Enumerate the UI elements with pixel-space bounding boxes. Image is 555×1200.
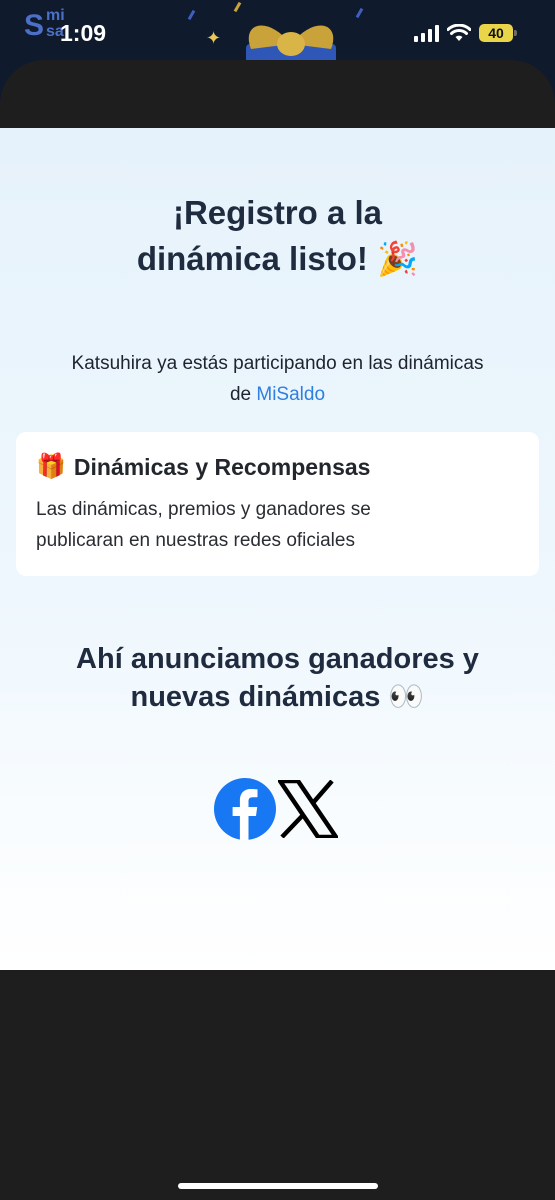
social-links xyxy=(214,778,344,840)
home-indicator[interactable] xyxy=(178,1183,378,1189)
battery-level: 40 xyxy=(488,25,504,41)
facebook-icon[interactable] xyxy=(214,778,276,840)
participation-message: Katsuhira ya estás participando en las d… xyxy=(60,348,495,410)
card-header: 🎁 Dinámicas y Recompensas xyxy=(36,450,519,484)
eyes-icon: 👀 xyxy=(388,681,425,713)
page-title: ¡Registro a la dinámica listo! 🎉 xyxy=(0,190,555,282)
title-line-1: ¡Registro a la xyxy=(172,194,383,231)
party-popper-icon: 🎉 xyxy=(377,240,419,277)
logo-letter-s: S xyxy=(24,9,45,42)
sparkle-icon: ✦ xyxy=(206,28,222,48)
rewards-card: 🎁 Dinámicas y Recompensas Las dinámicas,… xyxy=(16,432,539,576)
card-body: Las dinámicas, premios y ganadores se pu… xyxy=(36,499,371,551)
card-title: Dinámicas y Recompensas xyxy=(73,454,371,480)
status-time: 1:09 xyxy=(60,20,107,46)
announce-line-2: nuevas dinámicas xyxy=(130,681,381,713)
app-screen: S mi sa ✦ 1:09 40 ¡Registro a la dinámic… xyxy=(0,0,555,1200)
battery-icon: 40 xyxy=(479,24,517,42)
title-line-2: dinámica listo! xyxy=(136,240,368,277)
status-icons: 40 xyxy=(414,20,517,46)
cellular-signal-icon xyxy=(414,24,439,42)
x-icon[interactable] xyxy=(278,780,338,838)
announce-heading: Ahí anunciamos ganadores y nuevas dinámi… xyxy=(0,640,555,716)
gift-icon: 🎁 xyxy=(36,453,66,480)
announce-line-1: Ahí anunciamos ganadores y xyxy=(76,643,479,675)
misaldo-link[interactable]: MiSaldo xyxy=(256,384,325,405)
wifi-icon xyxy=(447,24,471,41)
